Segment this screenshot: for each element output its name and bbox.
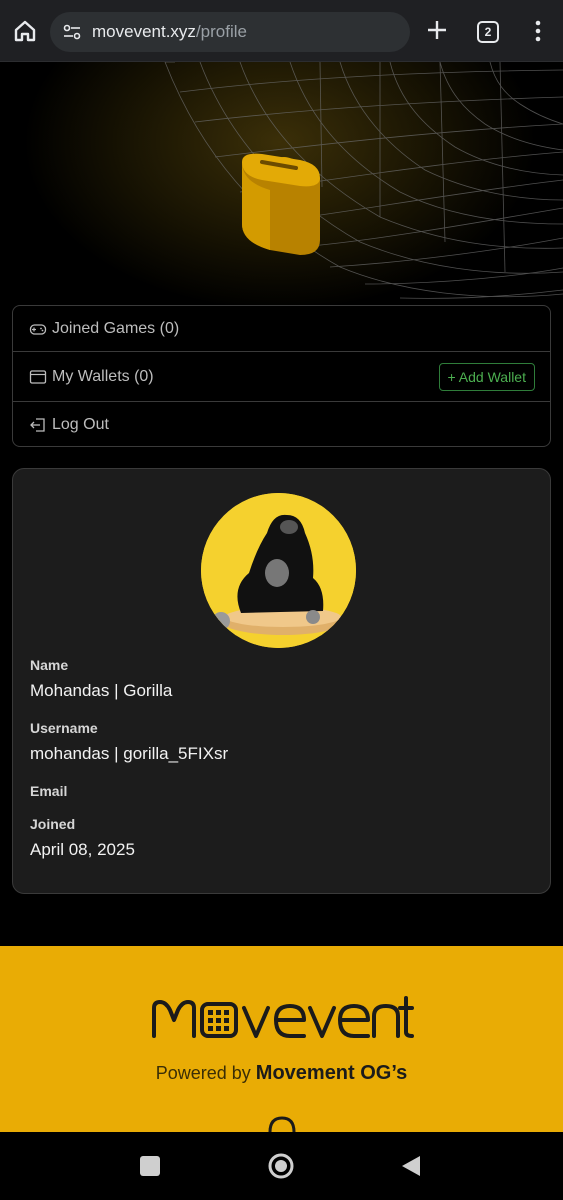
plus-icon[interactable] — [424, 17, 450, 43]
gamepad-icon — [29, 323, 47, 335]
my-wallets-item[interactable]: My Wallets (0) + Add Wallet — [13, 352, 550, 402]
username-value: mohandas | gorilla_5FIXsr — [30, 744, 229, 763]
add-wallet-button[interactable]: + Add Wallet — [438, 363, 535, 391]
log-out-item[interactable]: Log Out — [13, 402, 550, 448]
joined-games-label: Joined Games (0) — [52, 319, 180, 337]
profile-details-card: Name Mohandas | Gorilla Username mohanda… — [12, 468, 551, 894]
circle-home-icon[interactable] — [267, 1152, 295, 1180]
logout-icon — [30, 418, 45, 432]
back-triangle-icon[interactable] — [400, 1154, 422, 1178]
address-bar[interactable]: movevent.xyz/profile — [50, 12, 410, 52]
url-host: movevent.xyz — [92, 22, 196, 41]
name-label: Name — [30, 657, 69, 673]
my-wallets-label: My Wallets (0) — [52, 367, 154, 385]
tab-count: 2 — [484, 25, 492, 39]
powered-prefix: Powered by — [155, 1063, 251, 1083]
joined-value: April 08, 2025 — [30, 840, 135, 859]
home-icon[interactable] — [10, 16, 40, 46]
url-path: /profile — [195, 22, 247, 41]
footer-brand-name: Movevent — [0, 946, 1, 947]
profile-menu: Joined Games (0) My Wallets (0) + Add Wa… — [12, 305, 551, 447]
joined-games-item[interactable]: Joined Games (0) — [13, 306, 550, 352]
joined-label: Joined — [30, 816, 76, 832]
site-footer: Movevent Powered by Movement OG’s — [0, 946, 563, 1132]
log-out-label: Log Out — [52, 416, 109, 433]
savings-box-icon — [242, 153, 320, 255]
browser-toolbar: movevent.xyz/profile 2 — [0, 0, 563, 62]
avatar — [201, 493, 356, 648]
username-label: Username — [30, 720, 98, 736]
wallet-icon — [29, 369, 47, 384]
square-icon[interactable] — [139, 1155, 161, 1177]
tabs-icon[interactable]: 2 — [477, 21, 499, 43]
gorilla-avatar-image — [201, 493, 356, 648]
site-settings-icon[interactable] — [62, 22, 82, 42]
more-vert-icon[interactable] — [528, 18, 548, 44]
name-value: Mohandas | Gorilla — [30, 681, 173, 700]
hero-banner — [0, 62, 563, 310]
powered-by-text: Powered by Movement OG’s — [0, 1062, 563, 1085]
system-navigation-bar — [0, 1132, 563, 1200]
powered-brand[interactable]: Movement OG’s — [256, 1062, 408, 1084]
email-label: Email — [30, 783, 68, 799]
movevent-logo[interactable] — [150, 996, 414, 1044]
footer-partial-icon — [268, 1116, 296, 1132]
wireframe-grid-illustration — [164, 62, 563, 299]
